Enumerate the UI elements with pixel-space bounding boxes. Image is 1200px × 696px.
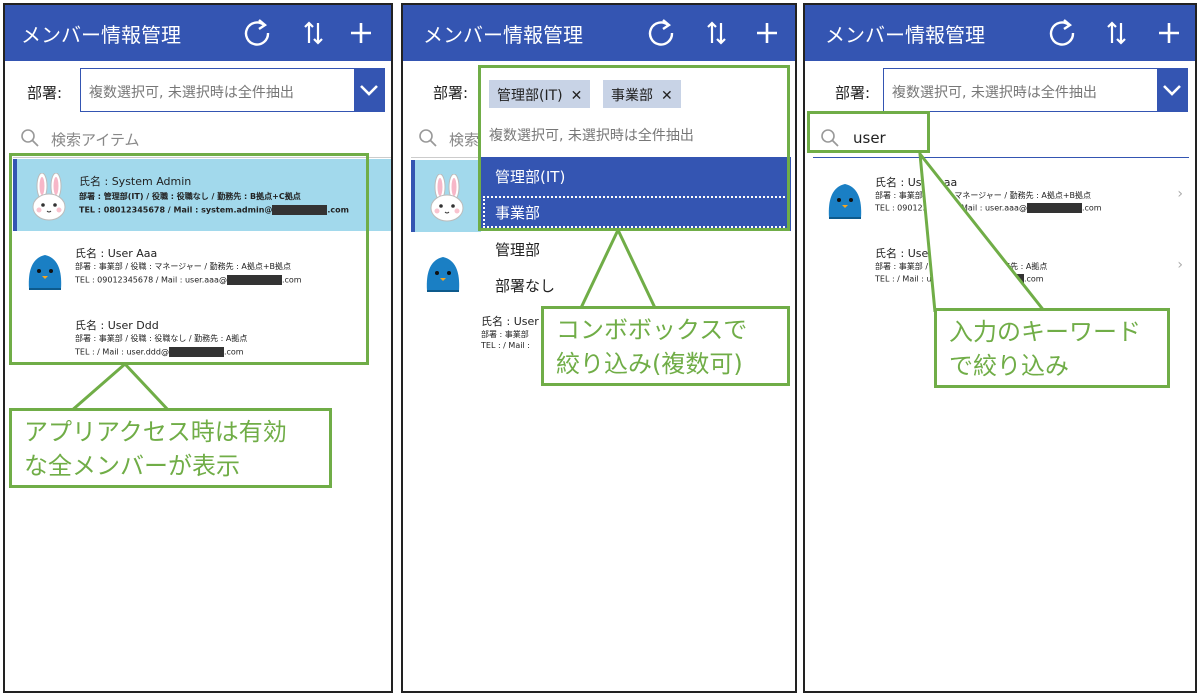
member-department: 部署 : 事業部 / 役職 : マネージャー / 勤務先 : A拠点+B拠点 — [75, 262, 292, 271]
member-contact: TEL : 09012345678 / Mail : user.aaa@ .com — [75, 275, 302, 285]
penguin-avatar-icon — [421, 247, 465, 295]
option-admin-department[interactable]: 管理部 — [481, 231, 791, 267]
app-header: メンバー情報管理 — [805, 5, 1195, 61]
chevron-down-icon[interactable] — [1157, 69, 1187, 111]
sort-icon[interactable] — [1101, 17, 1133, 49]
chevron-right-icon[interactable]: › — [1177, 257, 1183, 273]
member-department: 部署 : 管理部(IT) / 役職 : 役職なし / 勤務先 : B拠点+C拠点 — [79, 192, 301, 201]
member-department: 部署 : 事業部 — [481, 330, 529, 339]
redaction-bar — [968, 274, 1024, 284]
app-header: メンバー情報管理 — [403, 5, 795, 61]
sort-icon[interactable] — [701, 17, 733, 49]
tag-business-department[interactable]: 事業部 ✕ — [603, 80, 681, 108]
search-input[interactable]: 検索 — [411, 118, 485, 158]
combobox-placeholder: 複数選択可, 未選択時は全件抽出 — [489, 128, 694, 144]
search-icon — [21, 129, 39, 147]
department-combobox[interactable]: 複数選択可, 未選択時は全件抽出 — [80, 68, 385, 112]
refresh-icon[interactable] — [1046, 17, 1078, 49]
redaction-bar — [1026, 203, 1082, 213]
list-item[interactable]: 氏名 : System Admin 部署 : 管理部(IT) / 役職 : 役職… — [13, 159, 391, 231]
rabbit-avatar-icon — [27, 173, 71, 221]
list-item[interactable]: 氏名 : User Aaa 部署 : 事業部 / 役職 : マネージャー / 勤… — [13, 231, 391, 303]
redaction-bar — [272, 205, 328, 215]
list-item[interactable]: 氏名 : User D 部署 : 事業部 TEL : / Mail : — [411, 305, 551, 365]
department-label: 部署: — [27, 84, 63, 102]
member-name: 氏名 : User Aaa — [875, 176, 958, 189]
option-business-department[interactable]: 事業部 — [481, 194, 791, 230]
add-icon[interactable] — [751, 17, 783, 49]
option-it-department[interactable]: 管理部(IT) — [481, 158, 791, 194]
list-item[interactable]: 氏名 : User Aaa 部署 : 事業部 / 役職 : マネージャー / 勤… — [813, 160, 1193, 232]
chevron-right-icon[interactable]: › — [1177, 186, 1183, 202]
member-department: 部署 : 事業部 / 役職 : 役職なし / 勤務先 : A拠点 — [875, 262, 1048, 271]
search-placeholder: 検索アイテム — [51, 131, 140, 149]
app-title: メンバー情報管理 — [21, 23, 181, 47]
search-icon — [821, 129, 839, 147]
search-icon — [419, 129, 437, 147]
callout-keyword-filter: 入力のキーワード で絞り込み — [934, 308, 1170, 388]
refresh-icon[interactable] — [645, 17, 677, 49]
member-department: 部署 : 事業部 / 役職 : マネージャー / 勤務先 : A拠点+B拠点 — [875, 191, 1092, 200]
list-item[interactable]: 氏名 : User Ddd 部署 : 事業部 / 役職 : 役職なし / 勤務先… — [813, 231, 1193, 303]
option-no-department[interactable]: 部署なし — [481, 267, 791, 303]
rabbit-avatar-icon — [425, 174, 469, 222]
search-input[interactable]: 検索アイテム — [13, 118, 391, 158]
department-label: 部署: — [433, 84, 469, 102]
department-label: 部署: — [835, 84, 871, 102]
member-department: 部署 : 事業部 / 役職 : 役職なし / 勤務先 : A拠点 — [75, 334, 248, 343]
redaction-bar — [168, 347, 224, 357]
app-title: メンバー情報管理 — [825, 23, 985, 47]
combobox-placeholder: 複数選択可, 未選択時は全件抽出 — [89, 85, 294, 101]
app-header: メンバー情報管理 — [5, 5, 391, 61]
member-name: 氏名 : User Ddd — [875, 247, 959, 260]
member-contact: TEL : / Mail : user.ddd@ .com — [75, 347, 244, 357]
search-value: user — [853, 129, 886, 147]
member-name: 氏名 : User Aaa — [75, 247, 158, 260]
callout-initial-view: アプリアクセス時は有効 な全メンバーが表示 — [9, 408, 332, 488]
department-combobox[interactable]: 複数選択可, 未選択時は全件抽出 — [883, 68, 1188, 112]
member-name: 氏名 : User Ddd — [75, 319, 159, 332]
member-contact: TEL : 09012345678 / Mail : user.aaa@ .com — [875, 203, 1102, 213]
refresh-icon[interactable] — [241, 17, 273, 49]
close-icon[interactable]: ✕ — [661, 88, 673, 104]
tag-it-department[interactable]: 管理部(IT) ✕ — [489, 80, 591, 108]
chevron-down-icon[interactable] — [354, 69, 384, 111]
sort-icon[interactable] — [298, 17, 330, 49]
penguin-avatar-icon — [823, 174, 867, 222]
combobox-placeholder: 複数選択可, 未選択時は全件抽出 — [892, 85, 1097, 101]
member-name: 氏名 : System Admin — [79, 175, 192, 188]
app-title: メンバー情報管理 — [423, 23, 583, 47]
callout-combobox-filter: コンボボックスで 絞り込み(複数可) — [541, 306, 790, 386]
close-icon[interactable]: ✕ — [571, 88, 583, 104]
search-placeholder: 検索 — [449, 131, 480, 149]
panel-initial: メンバー情報管理 部署: 複数選択可, 未選択時は全件抽出 検索アイテム 氏名 … — [3, 3, 393, 693]
redaction-bar — [226, 275, 282, 285]
penguin-avatar-icon — [23, 245, 67, 293]
member-contact: TEL : / Mail : — [481, 341, 530, 350]
add-icon[interactable] — [1153, 17, 1185, 49]
member-contact: TEL : / Mail : user.ddd@ .com — [875, 274, 1044, 284]
add-icon[interactable] — [345, 17, 377, 49]
list-item[interactable] — [411, 233, 485, 305]
member-contact: TEL : 08012345678 / Mail : system.admin@… — [79, 205, 350, 215]
list-item[interactable]: 氏名 : User Ddd 部署 : 事業部 / 役職 : 役職なし / 勤務先… — [13, 303, 391, 375]
search-input[interactable]: user — [813, 118, 1189, 158]
list-item[interactable] — [411, 160, 485, 232]
